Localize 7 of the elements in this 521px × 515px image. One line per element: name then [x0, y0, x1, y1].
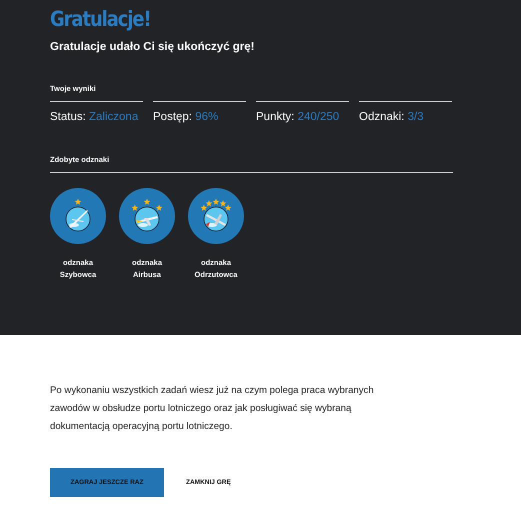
summary-text: Po wykonaniu wszystkich zadań wiesz już na czym polega praca wybranych zawodów w obsłudze portu lotniczego oraz jak posługiwać się wybraną dokumentacją operacyjną portu lotniczego. — [50, 384, 375, 434]
result-stat: Status: Zaliczona — [50, 101, 143, 123]
result-stat: Punkty: 240/250 — [256, 101, 349, 123]
subtitle: Gratulacje udało Ci się ukończyć grę! — [50, 41, 256, 53]
result-stat: Odznaki: 3/3 — [359, 101, 452, 123]
page-title: Gratulacje! — [50, 6, 151, 33]
result-stat: Postęp: 96% — [153, 101, 246, 123]
